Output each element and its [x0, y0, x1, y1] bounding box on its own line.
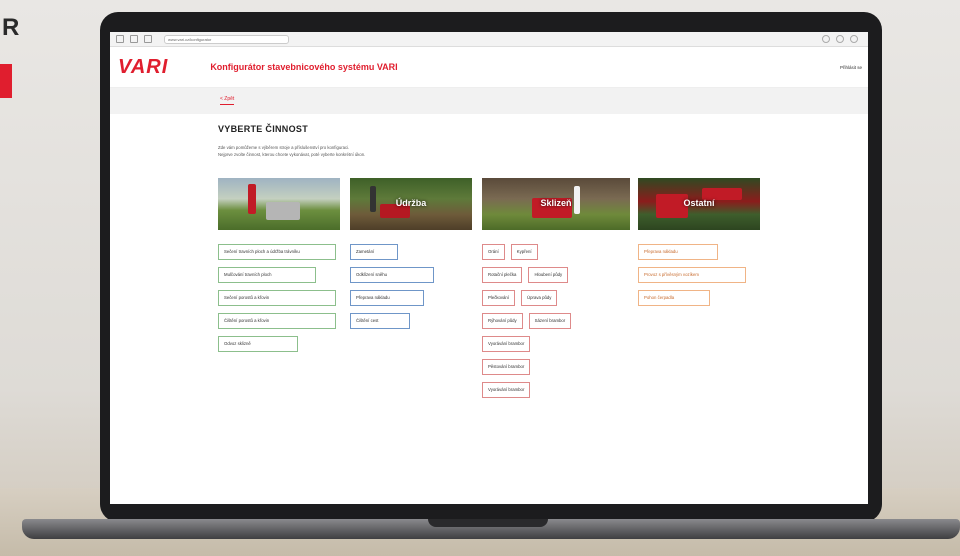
corner-letter: R	[2, 14, 20, 41]
extension-icon[interactable]	[836, 35, 844, 43]
activity-button[interactable]: Čištění porostů a křovin	[218, 313, 336, 329]
activity-button[interactable]: Přeprava nákladu	[638, 244, 718, 260]
activity-button[interactable]: Orání	[482, 244, 505, 260]
browser-toolbar: www.vari.cz/konfigurator	[110, 32, 868, 47]
category-label-2: Údržba	[395, 198, 427, 208]
activity-row: Rýhování půdy Sázení brambor	[482, 313, 630, 336]
login-link[interactable]: Přihlásit se	[840, 65, 862, 70]
activity-button[interactable]: Pohon čerpadla	[638, 290, 710, 306]
activity-row: Rotační plečka Hloubení půdy	[482, 267, 630, 290]
activity-row: Vyorávání brambor	[482, 336, 630, 359]
intro-line-1: Zde vám pomůžeme s výběrem stroje a přís…	[218, 145, 350, 150]
bookmark-icon[interactable]	[822, 35, 830, 43]
reload-icon[interactable]	[144, 35, 152, 43]
laptop-notch	[428, 519, 548, 527]
category-tile-1[interactable]	[218, 178, 340, 230]
back-link[interactable]: < Zpět	[220, 96, 235, 105]
activity-button[interactable]: Provoz s přívěsným vozíkem	[638, 267, 746, 283]
activity-button[interactable]: Čištění cest	[350, 313, 410, 329]
main-content: VYBERTE ČINNOST Zde vám pomůžeme s výběr…	[218, 124, 778, 398]
activity-button[interactable]: Kypření	[510, 244, 538, 260]
app-header: VARI Konfigurátor stavebnicového systému…	[110, 47, 868, 88]
category-tile-4[interactable]: Ostatní	[638, 178, 760, 230]
address-bar[interactable]: www.vari.cz/konfigurator	[164, 34, 289, 44]
activity-button[interactable]: Sečení porostů a křovin	[218, 290, 336, 306]
activity-row: Vyorávání brambor	[482, 382, 630, 405]
activity-button[interactable]: Vyorávání brambor	[482, 336, 531, 352]
activity-button[interactable]: Vyorávání brambor	[482, 382, 531, 398]
activity-button[interactable]: Odvoz sklizně	[218, 336, 298, 352]
activity-button[interactable]: Sázení brambor	[528, 313, 572, 329]
intro-text: Zde vám pomůžeme s výběrem stroje a přís…	[218, 144, 518, 158]
activity-button[interactable]: Rýhování půdy	[482, 313, 523, 329]
activity-button[interactable]: Rotační plečka	[482, 267, 523, 283]
corner-red-block	[0, 64, 12, 98]
intro-line-2: Nejprve zvolte činnost, kterou chcete vy…	[218, 152, 366, 157]
machine-figure	[266, 202, 300, 220]
activity-column-2: Zametání Odklízení sněhu Přeprava náklad…	[350, 244, 434, 336]
activity-row: Plečkování Úprava půdy	[482, 290, 630, 313]
activity-button[interactable]: Úprava půdy	[521, 290, 558, 306]
vari-logo[interactable]: VARI	[118, 56, 168, 79]
category-tile-2[interactable]: Údržba	[350, 178, 472, 230]
category-label-3: Sklizeň	[540, 198, 572, 208]
activity-column-3: Orání Kypření Rotační plečka Hloubení pů…	[482, 244, 630, 405]
category-tile-3[interactable]: Sklizeň	[482, 178, 630, 230]
activity-button[interactable]: Mulčování travních ploch	[218, 267, 316, 283]
forward-arrow-icon[interactable]	[130, 35, 138, 43]
activity-button[interactable]: Sečení travních ploch a údržba trávníku	[218, 244, 336, 260]
activity-row: Pěstování brambor	[482, 359, 630, 382]
category-label-4: Ostatní	[683, 198, 715, 208]
activity-button[interactable]: Pěstování brambor	[482, 359, 531, 375]
activity-button[interactable]: Přeprava nákladu	[350, 290, 424, 306]
activity-button[interactable]: Odklízení sněhu	[350, 267, 434, 283]
worker-figure	[248, 184, 256, 214]
category-tiles: Údržba Sklizeň Ostatní	[218, 178, 778, 234]
activity-column-1: Sečení travních ploch a údržba trávníku …	[218, 244, 336, 359]
app-title: Konfigurátor stavebnicového systému VARI	[210, 62, 398, 72]
activity-button[interactable]: Hloubení půdy	[528, 267, 569, 283]
activity-column-4: Přeprava nákladu Provoz s přívěsným vozí…	[638, 244, 746, 313]
activity-button[interactable]: Zametání	[350, 244, 398, 260]
laptop-screen: www.vari.cz/konfigurator VARI Konfigurát…	[110, 32, 868, 504]
back-arrow-icon[interactable]	[116, 35, 124, 43]
activity-row: Orání Kypření	[482, 244, 630, 267]
menu-icon[interactable]	[850, 35, 858, 43]
page-title: VYBERTE ČINNOST	[218, 124, 309, 134]
sub-navigation: < Zpět	[110, 88, 868, 114]
activity-button[interactable]: Plečkování	[482, 290, 516, 306]
